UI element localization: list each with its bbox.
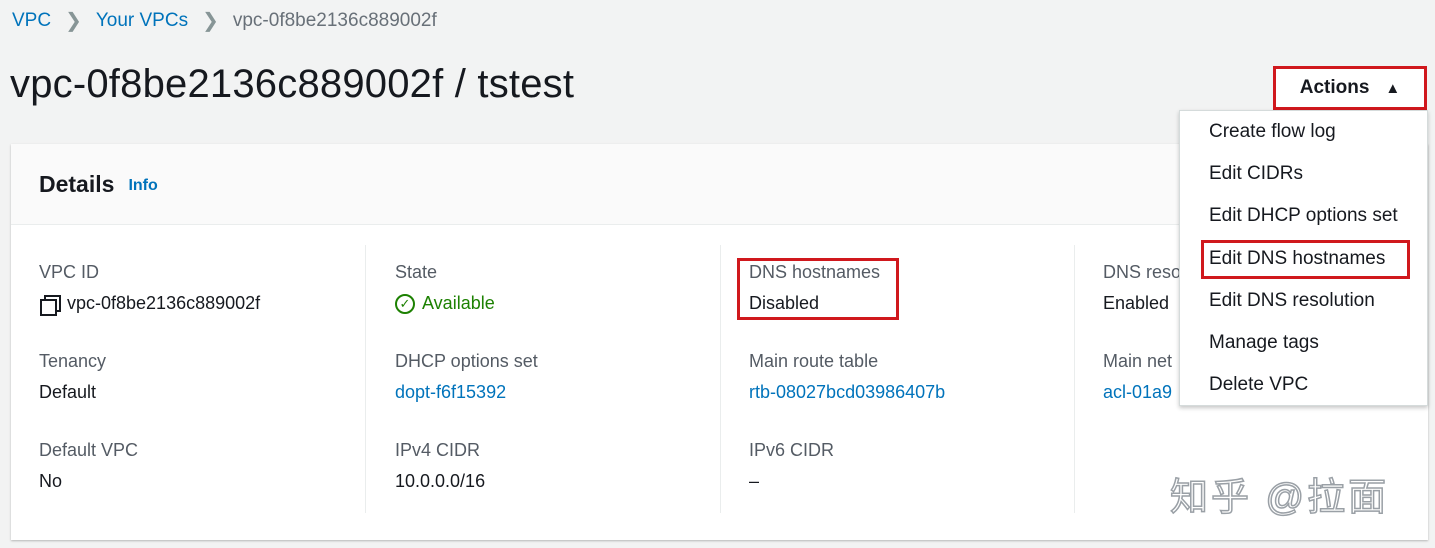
vpc-id-value-row: vpc-0f8be2136c889002f bbox=[39, 293, 261, 316]
watermark: 知乎 @拉面 bbox=[1169, 476, 1390, 520]
copy-icon[interactable] bbox=[39, 294, 61, 316]
actions-button[interactable]: Actions ▲ bbox=[1273, 66, 1427, 110]
ipv4-value: 10.0.0.0/16 bbox=[395, 471, 486, 491]
menu-item-delete-vpc[interactable]: Delete VPC bbox=[1209, 374, 1308, 396]
menu-item-create-flow-log[interactable]: Create flow log bbox=[1209, 121, 1336, 143]
dns-resolution-label: DNS reso bbox=[1103, 262, 1182, 282]
page-title: vpc-0f8be2136c889002f / tstest bbox=[10, 62, 575, 106]
state-value-row: ✓ Available bbox=[395, 293, 495, 314]
dhcp-label: DHCP options set bbox=[395, 351, 538, 371]
menu-item-edit-dns-resolution[interactable]: Edit DNS resolution bbox=[1209, 290, 1375, 312]
menu-item-edit-dhcp-options-set[interactable]: Edit DHCP options set bbox=[1209, 205, 1398, 227]
breadcrumb: VPC ❯ Your VPCs ❯ vpc-0f8be2136c889002f bbox=[12, 8, 437, 33]
info-link[interactable]: Info bbox=[128, 177, 157, 195]
dhcp-field: DHCP options set dopt-f6f15392 bbox=[395, 351, 538, 403]
breadcrumb-current: vpc-0f8be2136c889002f bbox=[232, 9, 437, 31]
default-vpc-label: Default VPC bbox=[39, 440, 139, 460]
details-column-1: VPC ID vpc-0f8be2136c889002f Tenancy Def… bbox=[39, 245, 365, 513]
main-acl-link[interactable]: acl-01a9 bbox=[1103, 382, 1172, 403]
tenancy-value: Default bbox=[39, 382, 97, 402]
details-title: Details bbox=[39, 170, 115, 197]
vpc-id-label: VPC ID bbox=[39, 262, 100, 282]
breadcrumb-your-vpcs-link[interactable]: Your VPCs bbox=[96, 10, 188, 32]
state-value: Available bbox=[422, 293, 495, 313]
default-vpc-field: Default VPC No bbox=[39, 440, 138, 492]
dns-resolution-value: Enabled bbox=[1103, 293, 1170, 313]
ipv4-field: IPv4 CIDR 10.0.0.0/16 bbox=[395, 440, 485, 492]
menu-item-edit-dns-hostnames[interactable]: Edit DNS hostnames bbox=[1200, 240, 1411, 279]
state-field: State ✓ Available bbox=[395, 262, 495, 314]
state-label: State bbox=[395, 262, 438, 282]
chevron-right-icon: ❯ bbox=[65, 10, 82, 32]
details-column-2: State ✓ Available DHCP options set dopt-… bbox=[365, 245, 720, 513]
route-table-field: Main route table rtb-08027bcd03986407b bbox=[749, 351, 945, 403]
check-circle-icon: ✓ bbox=[395, 293, 415, 314]
ipv6-value: – bbox=[749, 471, 760, 491]
dns-resolution-field: DNS reso Enabled bbox=[1103, 262, 1181, 314]
breadcrumb-vpc-link[interactable]: VPC bbox=[12, 10, 51, 32]
route-table-label: Main route table bbox=[749, 351, 879, 371]
actions-button-label: Actions bbox=[1299, 77, 1370, 98]
menu-item-edit-cidrs[interactable]: Edit CIDRs bbox=[1209, 163, 1303, 185]
ipv4-label: IPv4 CIDR bbox=[395, 440, 481, 460]
ipv6-field: IPv6 CIDR – bbox=[749, 440, 834, 492]
ipv6-label: IPv6 CIDR bbox=[749, 440, 835, 460]
vpc-id-value: vpc-0f8be2136c889002f bbox=[67, 293, 261, 313]
actions-menu: Create flow log Edit CIDRs Edit DHCP opt… bbox=[1179, 110, 1428, 406]
caret-up-icon: ▲ bbox=[1385, 79, 1401, 97]
tenancy-label: Tenancy bbox=[39, 351, 107, 371]
dns-hostnames-highlight bbox=[737, 258, 899, 320]
tenancy-field: Tenancy Default bbox=[39, 351, 106, 403]
vpc-id-field: VPC ID vpc-0f8be2136c889002f bbox=[39, 262, 261, 316]
chevron-right-icon: ❯ bbox=[202, 10, 219, 32]
menu-item-manage-tags[interactable]: Manage tags bbox=[1209, 332, 1319, 354]
default-vpc-value: No bbox=[39, 471, 63, 491]
dhcp-link[interactable]: dopt-f6f15392 bbox=[395, 382, 538, 403]
main-acl-field: Main net acl-01a9 bbox=[1103, 351, 1172, 403]
main-acl-label: Main net bbox=[1103, 351, 1173, 371]
route-table-link[interactable]: rtb-08027bcd03986407b bbox=[749, 382, 945, 403]
